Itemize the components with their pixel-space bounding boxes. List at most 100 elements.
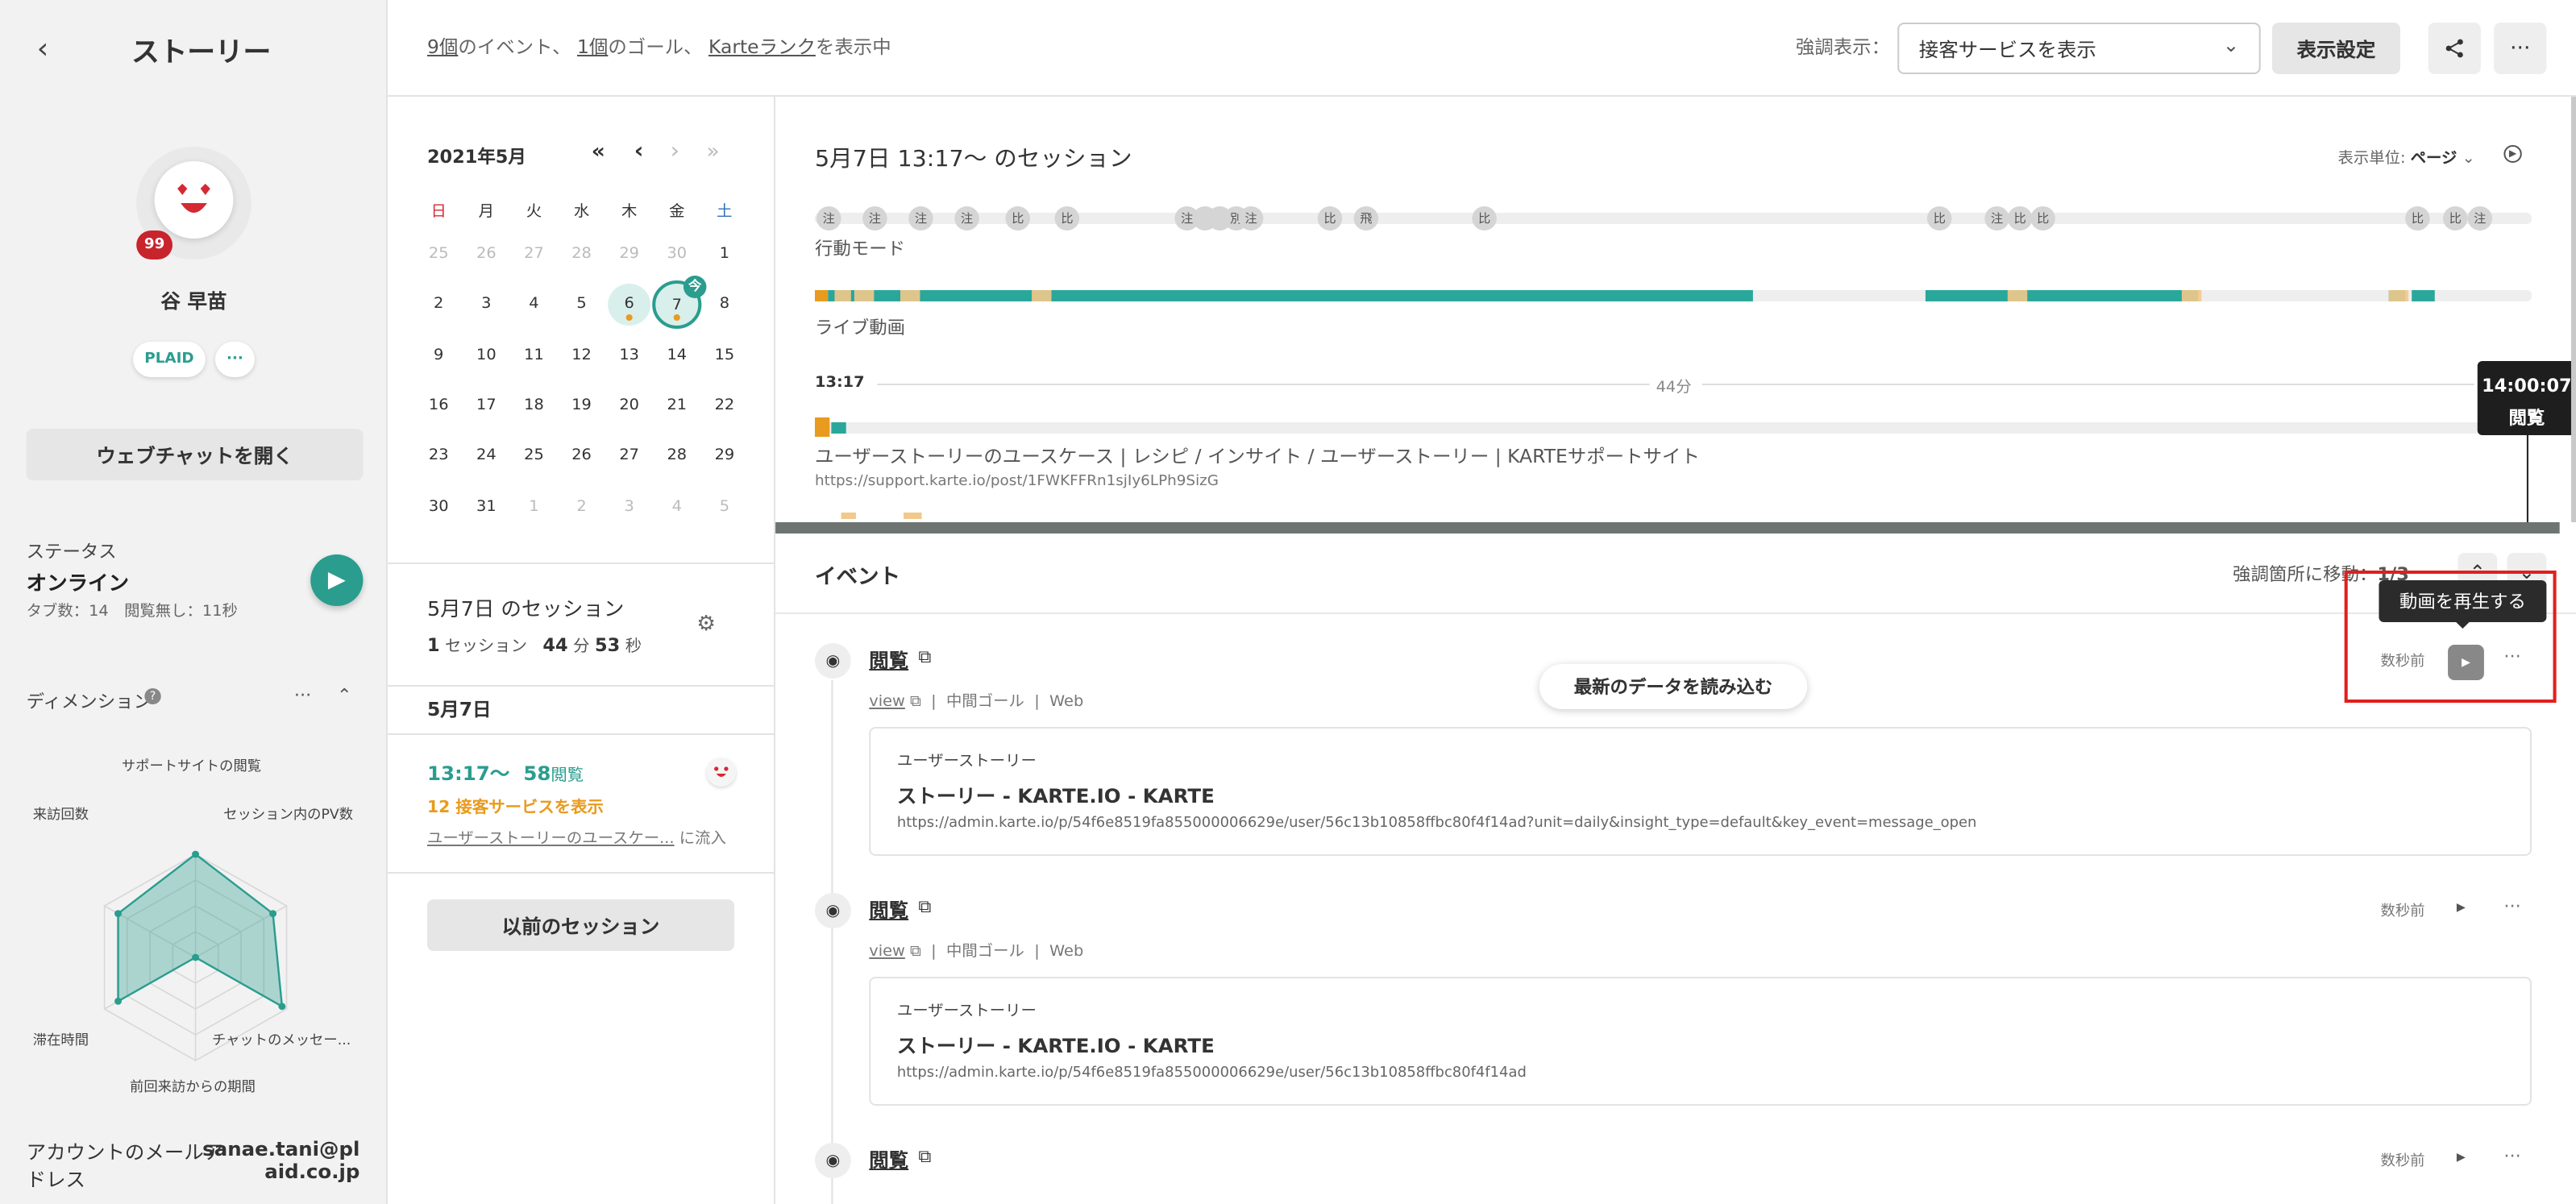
calendar-day[interactable]: 22 bbox=[701, 396, 747, 414]
event-title-link[interactable]: 閲覧 bbox=[869, 896, 908, 924]
event-marker[interactable]: 比 bbox=[1317, 206, 1343, 230]
event-marker[interactable]: 飛 bbox=[1353, 206, 1379, 230]
view-link[interactable]: view bbox=[869, 693, 905, 711]
calendar-day[interactable]: 27 bbox=[606, 446, 652, 464]
prev-year-icon[interactable]: « bbox=[592, 140, 605, 164]
inflow-link[interactable]: ユーザーストーリーのユースケー... bbox=[427, 830, 675, 848]
calendar-day[interactable]: 26 bbox=[463, 245, 509, 263]
event-marker[interactable]: 比 bbox=[1005, 206, 1031, 230]
calendar-day[interactable]: 9 bbox=[416, 347, 462, 364]
calendar-day[interactable]: 28 bbox=[654, 446, 700, 464]
event-marker[interactable]: 比 bbox=[1472, 206, 1497, 230]
event-marker[interactable]: 比 bbox=[2030, 206, 2055, 230]
calendar-day[interactable]: 16 bbox=[416, 396, 462, 414]
calendar-day[interactable]: 12 bbox=[559, 347, 605, 364]
reload-latest-button[interactable]: 最新のデータを読み込む bbox=[1539, 664, 1808, 709]
more-menu-button[interactable]: ··· bbox=[2494, 23, 2547, 74]
next-year-icon[interactable]: » bbox=[706, 140, 719, 164]
play-video-button[interactable]: ▶ bbox=[2448, 1144, 2474, 1170]
calendar-day[interactable]: 10 bbox=[463, 347, 509, 364]
play-circle-icon[interactable]: ▶ bbox=[2503, 145, 2522, 163]
calendar-day[interactable]: 13 bbox=[606, 347, 652, 364]
calendar-day[interactable]: 5 bbox=[701, 498, 747, 516]
event-marker[interactable]: 注 bbox=[816, 206, 841, 230]
help-icon[interactable]: ? bbox=[144, 688, 161, 704]
calendar-day[interactable]: 25 bbox=[416, 245, 462, 263]
calendar-day[interactable]: 19 bbox=[559, 396, 605, 414]
view-link[interactable]: view bbox=[869, 943, 905, 961]
calendar-day[interactable]: 5 bbox=[559, 295, 605, 313]
calendar-day[interactable]: 24 bbox=[463, 446, 509, 464]
calendar-day[interactable]: 8 bbox=[701, 295, 747, 313]
display-settings-button[interactable]: 表示設定 bbox=[2271, 23, 2400, 74]
calendar-day[interactable]: 3 bbox=[463, 295, 509, 313]
event-title-link[interactable]: 閲覧 bbox=[869, 1146, 908, 1173]
event-more-icon[interactable]: ··· bbox=[2503, 1146, 2520, 1167]
event-title-link[interactable]: 閲覧 bbox=[869, 646, 908, 674]
play-video-button[interactable]: ▶ bbox=[2448, 895, 2474, 920]
event-marker[interactable]: 比 bbox=[1054, 206, 1080, 230]
next-month-icon[interactable]: › bbox=[671, 139, 679, 164]
vertical-scrollbar[interactable] bbox=[2570, 97, 2576, 522]
calendar-day[interactable]: 29 bbox=[606, 245, 652, 263]
calendar-day[interactable]: 30 bbox=[654, 245, 700, 263]
calendar-day[interactable]: 28 bbox=[559, 245, 605, 263]
calendar-day[interactable]: 3 bbox=[606, 498, 652, 516]
external-link-icon[interactable]: ⧉ bbox=[918, 646, 931, 669]
karte-rank-link[interactable]: Karteランク bbox=[708, 35, 816, 58]
event-marker[interactable]: 注 bbox=[908, 206, 933, 230]
play-video-button[interactable]: ▶ bbox=[310, 554, 364, 606]
event-more-icon[interactable]: ··· bbox=[2503, 896, 2520, 917]
calendar-day[interactable]: 15 bbox=[701, 347, 747, 364]
calendar-day[interactable]: 29 bbox=[701, 446, 747, 464]
calendar-day[interactable]: 30 bbox=[416, 498, 462, 516]
calendar-day[interactable]: 20 bbox=[606, 396, 652, 414]
more-chip[interactable]: ··· bbox=[215, 342, 255, 377]
calendar-day[interactable]: 1 bbox=[511, 498, 557, 516]
share-button[interactable] bbox=[2428, 23, 2481, 74]
calendar-day[interactable]: 21 bbox=[654, 396, 700, 414]
previous-sessions-button[interactable]: 以前のセッション bbox=[426, 899, 735, 951]
calendar-day[interactable]: 23 bbox=[416, 446, 462, 464]
event-marker[interactable]: 注 bbox=[1984, 206, 2009, 230]
event-marker[interactable]: 注 bbox=[1238, 206, 1264, 230]
event-marker[interactable]: 注 bbox=[954, 206, 979, 230]
calendar-day[interactable]: 4 bbox=[511, 295, 557, 313]
calendar-day[interactable]: 2 bbox=[559, 498, 605, 516]
timeline-scrollbar[interactable] bbox=[775, 522, 2560, 533]
calendar-day[interactable]: 14 bbox=[654, 347, 700, 364]
calendar-day[interactable]: 1 bbox=[701, 245, 747, 263]
calendar-day[interactable]: 4 bbox=[654, 498, 700, 516]
goal-count-link[interactable]: 1個 bbox=[577, 35, 608, 58]
events-count-link[interactable]: 9個 bbox=[427, 35, 458, 58]
open-webchat-button[interactable]: ウェブチャットを開く bbox=[26, 429, 364, 480]
gear-icon[interactable]: ⚙ bbox=[696, 612, 716, 637]
external-link-icon[interactable]: ⧉ bbox=[918, 896, 931, 919]
external-link-icon[interactable]: ⧉ bbox=[918, 1146, 931, 1169]
calendar-day[interactable]: 18 bbox=[511, 396, 557, 414]
event-marker[interactable]: 比 bbox=[2007, 206, 2033, 230]
avatar[interactable] bbox=[154, 161, 234, 239]
calendar-day[interactable]: 31 bbox=[463, 498, 509, 516]
calendar-day[interactable]: 2 bbox=[416, 295, 462, 313]
prev-month-icon[interactable]: ‹ bbox=[634, 139, 644, 164]
display-unit[interactable]: 表示単位: ページ ⌄ bbox=[2338, 145, 2475, 168]
calendar-day[interactable]: 17 bbox=[463, 396, 509, 414]
chevron-up-icon[interactable]: ⌃ bbox=[337, 685, 352, 706]
calendar-day[interactable]: 27 bbox=[511, 245, 557, 263]
event-card[interactable]: ユーザーストーリー ストーリー - KARTE.IO - KARTE https… bbox=[869, 977, 2532, 1106]
dimension-more-icon[interactable]: ··· bbox=[294, 685, 311, 706]
event-marker[interactable]: 比 bbox=[2442, 206, 2468, 230]
calendar-day[interactable]: 11 bbox=[511, 347, 557, 364]
back-arrow-icon[interactable]: ‹ bbox=[27, 31, 60, 65]
org-chip[interactable]: PLAID bbox=[133, 342, 206, 377]
event-card[interactable]: ユーザーストーリー ストーリー - KARTE.IO - KARTE https… bbox=[869, 727, 2532, 856]
event-marker[interactable]: 注 bbox=[862, 206, 887, 230]
session-entry[interactable]: 13:17〜 58閲覧 bbox=[427, 759, 584, 787]
event-marker[interactable]: 注 bbox=[2467, 206, 2493, 230]
event-marker[interactable]: 比 bbox=[2405, 206, 2430, 230]
calendar-day[interactable]: 25 bbox=[511, 446, 557, 464]
calendar-day[interactable]: 26 bbox=[559, 446, 605, 464]
event-marker[interactable]: 比 bbox=[1926, 206, 1952, 230]
highlight-select[interactable]: 接客サービスを表示 ⌄ bbox=[1897, 23, 2261, 74]
